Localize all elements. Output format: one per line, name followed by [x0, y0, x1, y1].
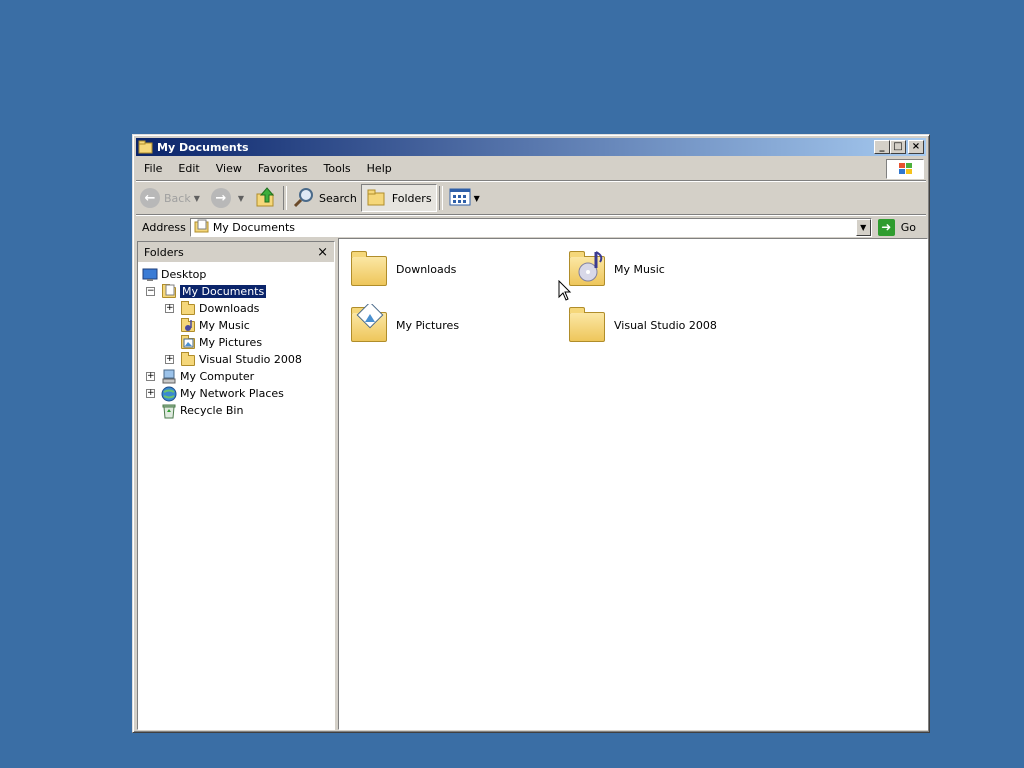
folder-item-label: My Pictures — [396, 318, 460, 332]
minimize-icon: _ — [879, 141, 885, 152]
network-icon — [161, 386, 177, 402]
collapse-icon[interactable]: − — [146, 287, 155, 296]
folder-item-visual-studio-2008[interactable]: Visual Studio 2008 — [566, 304, 717, 346]
close-button[interactable]: × — [908, 140, 924, 154]
recycle-bin-icon — [161, 403, 177, 419]
tree-item-desktop[interactable]: Desktop — [142, 266, 206, 283]
back-button[interactable]: ← Back ▼ — [136, 184, 207, 212]
menu-file[interactable]: File — [136, 158, 170, 180]
address-field[interactable]: My Documents ▼ — [189, 217, 872, 237]
forward-arrow-icon: → — [210, 188, 231, 208]
explorer-window: My Documents _ □ × File Edit View Favori… — [132, 134, 930, 733]
expand-icon[interactable]: + — [146, 372, 155, 381]
tree-item-label: Visual Studio 2008 — [199, 353, 302, 366]
tree-item-downloads[interactable]: Downloads — [180, 300, 259, 317]
menu-tools[interactable]: Tools — [316, 158, 359, 180]
menu-favorites[interactable]: Favorites — [250, 158, 316, 180]
tree-item-label: My Pictures — [199, 336, 263, 349]
computer-icon — [161, 369, 177, 385]
views-button[interactable]: ▼ — [445, 184, 487, 212]
my-documents-icon — [161, 283, 177, 300]
folders-pane: Folders × Desktop − My Documents + Downl… — [137, 241, 335, 730]
folder-item-my-pictures[interactable]: My Pictures — [348, 304, 459, 346]
window-title: My Documents — [157, 140, 249, 154]
title-bar[interactable]: My Documents _ □ × — [136, 138, 926, 156]
toolbar: ← Back ▼ → ▼ Search Folders ▼ — [136, 182, 926, 215]
folder-item-label: My Music — [614, 262, 665, 276]
go-arrow-icon: ➜ — [877, 218, 895, 236]
chevron-down-icon: ▼ — [237, 193, 245, 203]
back-arrow-icon: ← — [140, 188, 160, 208]
tree-item-my-computer[interactable]: My Computer — [161, 368, 254, 385]
toolbar-separator — [438, 186, 443, 210]
my-documents-icon — [194, 219, 210, 236]
folder-item-my-music[interactable]: My Music — [566, 248, 665, 290]
go-button[interactable]: ➜ Go — [872, 218, 926, 236]
pictures-folder-icon — [180, 334, 196, 351]
tree-item-label: My Computer — [180, 370, 255, 383]
forward-button[interactable]: → ▼ — [207, 184, 251, 212]
windows-logo-icon — [886, 159, 924, 179]
address-label: Address — [142, 220, 186, 234]
folder-icon — [566, 304, 608, 346]
tree-item-label: Desktop — [161, 268, 207, 281]
desktop-icon — [142, 267, 158, 283]
music-folder-icon — [180, 317, 196, 334]
menu-view[interactable]: View — [208, 158, 250, 180]
music-folder-icon — [566, 248, 608, 290]
tree-item-my-pictures[interactable]: My Pictures — [180, 334, 262, 351]
folders-pane-header: Folders × — [138, 242, 334, 263]
chevron-down-icon: ▼ — [860, 222, 867, 232]
pictures-folder-icon — [348, 304, 390, 346]
folder-icon — [348, 248, 390, 290]
tree-item-my-music[interactable]: My Music — [180, 317, 250, 334]
tree-item-my-network-places[interactable]: My Network Places — [161, 385, 284, 402]
search-button[interactable]: Search — [289, 184, 361, 212]
folder-item-label: Downloads — [396, 262, 457, 276]
tree-item-label: My Network Places — [180, 387, 284, 400]
folders-button[interactable]: Folders — [360, 184, 437, 212]
toolbar-separator — [283, 186, 288, 210]
menu-bar: File Edit View Favorites Tools Help — [136, 158, 926, 181]
close-icon[interactable]: × — [317, 245, 328, 260]
search-icon — [293, 186, 315, 211]
folders-icon — [366, 187, 388, 210]
search-label: Search — [319, 191, 357, 205]
tree-item-visual-studio-2008[interactable]: Visual Studio 2008 — [180, 351, 302, 368]
folders-label: Folders — [391, 191, 432, 205]
maximize-icon: □ — [893, 141, 903, 152]
folder-icon — [180, 351, 196, 368]
close-icon: × — [911, 141, 921, 152]
folder-item-label: Visual Studio 2008 — [614, 318, 717, 332]
expand-icon[interactable]: + — [165, 304, 174, 313]
expand-icon[interactable]: + — [146, 389, 155, 398]
tree-item-label: Recycle Bin — [180, 404, 244, 417]
menu-edit[interactable]: Edit — [170, 158, 207, 180]
minimize-button[interactable]: _ — [874, 140, 890, 154]
tree-item-my-documents[interactable]: My Documents — [161, 283, 267, 300]
up-folder-button[interactable] — [251, 184, 281, 212]
tree-item-label: My Music — [199, 319, 250, 332]
address-dropdown-button[interactable]: ▼ — [855, 218, 871, 236]
maximize-button[interactable]: □ — [890, 140, 906, 154]
folder-icon — [138, 140, 154, 154]
tree-item-label: Downloads — [199, 302, 260, 315]
folder-icon — [180, 300, 196, 317]
back-label: Back — [164, 191, 191, 205]
folders-pane-title: Folders — [144, 245, 184, 259]
menu-help[interactable]: Help — [359, 158, 400, 180]
go-label: Go — [900, 220, 916, 234]
views-icon — [449, 187, 471, 210]
folder-item-downloads[interactable]: Downloads — [348, 248, 456, 290]
tree-item-label: My Documents — [180, 285, 267, 298]
tree-item-recycle-bin[interactable]: Recycle Bin — [161, 402, 243, 419]
expand-icon[interactable]: + — [165, 355, 174, 364]
chevron-down-icon: ▼ — [473, 193, 480, 203]
address-value: My Documents — [212, 220, 296, 234]
chevron-down-icon: ▼ — [193, 193, 200, 203]
up-folder-icon — [255, 186, 277, 211]
content-pane: Downloads My Music My Pictures Visual St… — [338, 238, 928, 730]
address-bar: Address My Documents ▼ ➜ Go — [136, 216, 926, 238]
